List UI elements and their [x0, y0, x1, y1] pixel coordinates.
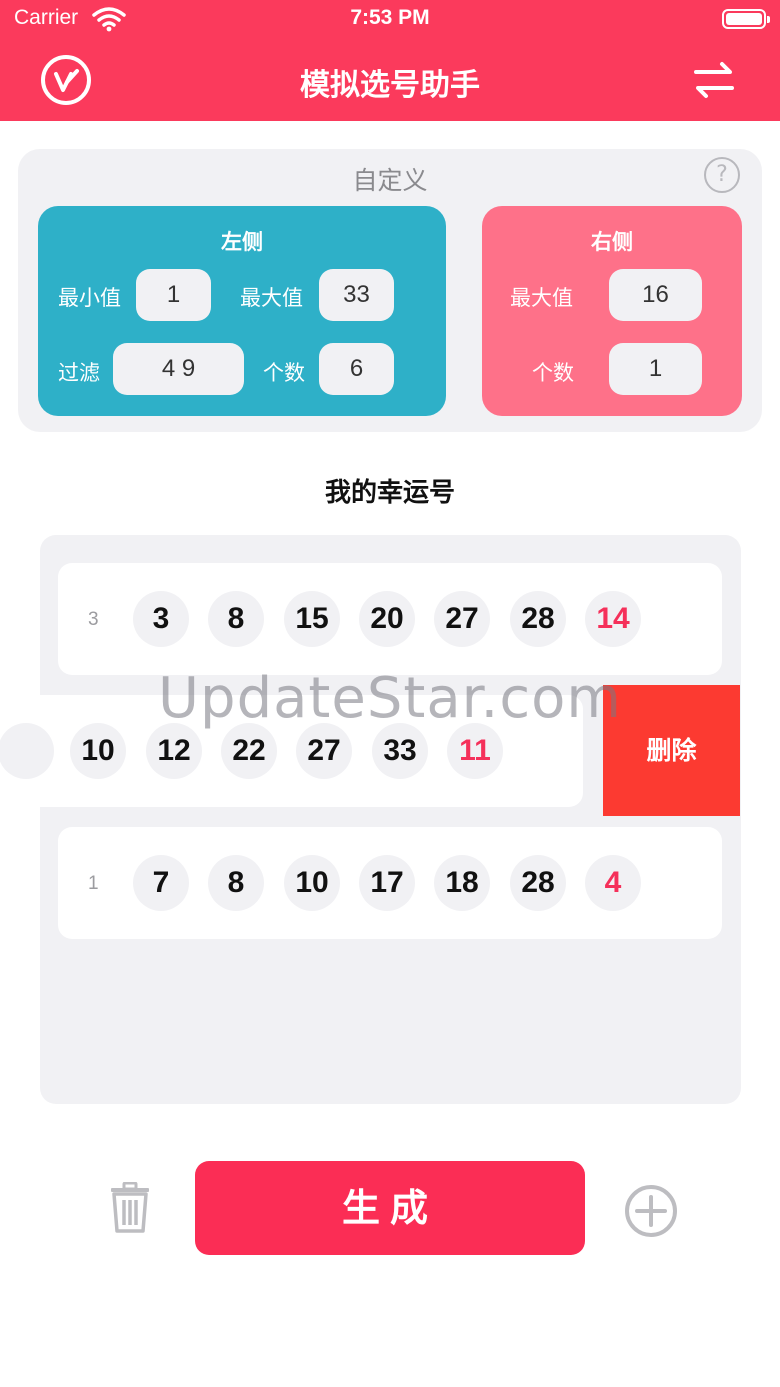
number-ball: 28	[510, 855, 566, 911]
page-title: 模拟选号助手	[300, 68, 480, 103]
number-ball: 20	[359, 591, 415, 647]
number-ball: 15	[284, 591, 340, 647]
left-panel: 左侧 最小值 1 最大值 33 过滤 4 9 个数 6	[38, 206, 446, 416]
number-ball: 18	[434, 855, 490, 911]
number-ball: 7	[133, 855, 189, 911]
right-panel-title: 右侧	[591, 230, 633, 254]
number-ball: 33	[372, 723, 428, 779]
special-number-ball: 4	[585, 855, 641, 911]
lucky-numbers-title: 我的幸运号	[324, 478, 455, 508]
special-number-ball: 11	[447, 723, 503, 779]
left-panel-title: 左侧	[221, 230, 263, 254]
right-max-input[interactable]: 16	[609, 269, 702, 321]
add-icon[interactable]	[624, 1184, 678, 1238]
generate-button[interactable]: 生成	[195, 1161, 585, 1255]
right-max-label: 最大值	[510, 286, 573, 310]
left-min-input[interactable]: 1	[136, 269, 211, 321]
number-ball: 28	[510, 591, 566, 647]
special-number-ball: 14	[585, 591, 641, 647]
custom-settings-card: 自定义 ? 左侧 最小值 1 最大值 33 过滤 4 9 个数 6 右侧 最大值…	[18, 149, 762, 432]
number-ball: 10	[284, 855, 340, 911]
right-count-input[interactable]: 1	[609, 343, 702, 395]
number-ball: 8	[208, 855, 264, 911]
row-index: 3	[88, 609, 99, 630]
right-count-label: 个数	[532, 361, 574, 385]
trash-icon[interactable]	[108, 1182, 152, 1234]
left-max-label: 最大值	[240, 286, 303, 310]
custom-title: 自定义	[352, 166, 428, 195]
left-max-input[interactable]: 33	[319, 269, 394, 321]
number-ball-partial	[0, 723, 54, 779]
number-ball: 27	[434, 591, 490, 647]
right-panel: 右侧 最大值 16 个数 1	[482, 206, 742, 416]
number-ball: 3	[133, 591, 189, 647]
swap-icon[interactable]	[692, 60, 736, 100]
watermark: UpdateStar.com	[158, 666, 622, 731]
status-bar: Carrier 7:53 PM	[0, 0, 780, 40]
filter-input[interactable]: 4 9	[113, 343, 244, 395]
filter-label: 过滤	[58, 361, 100, 385]
number-ball: 12	[146, 723, 202, 779]
left-count-label: 个数	[263, 361, 305, 385]
row-index: 1	[88, 873, 99, 894]
battery-icon	[722, 9, 770, 29]
number-ball: 22	[221, 723, 277, 779]
list-item[interactable]: 3 3 8 15 20 27 28 14	[58, 563, 722, 675]
help-icon[interactable]: ?	[704, 157, 740, 193]
clock: 7:53 PM	[350, 6, 430, 29]
number-ball: 17	[359, 855, 415, 911]
left-count-input[interactable]: 6	[319, 343, 394, 395]
number-ball: 8	[208, 591, 264, 647]
number-ball: 10	[70, 723, 126, 779]
number-ball: 27	[296, 723, 352, 779]
nav-bar: Carrier 7:53 PM 模拟选号助手	[0, 0, 780, 121]
list-item[interactable]: 1 7 8 10 17 18 28 4	[58, 827, 722, 939]
left-min-label: 最小值	[58, 286, 121, 310]
